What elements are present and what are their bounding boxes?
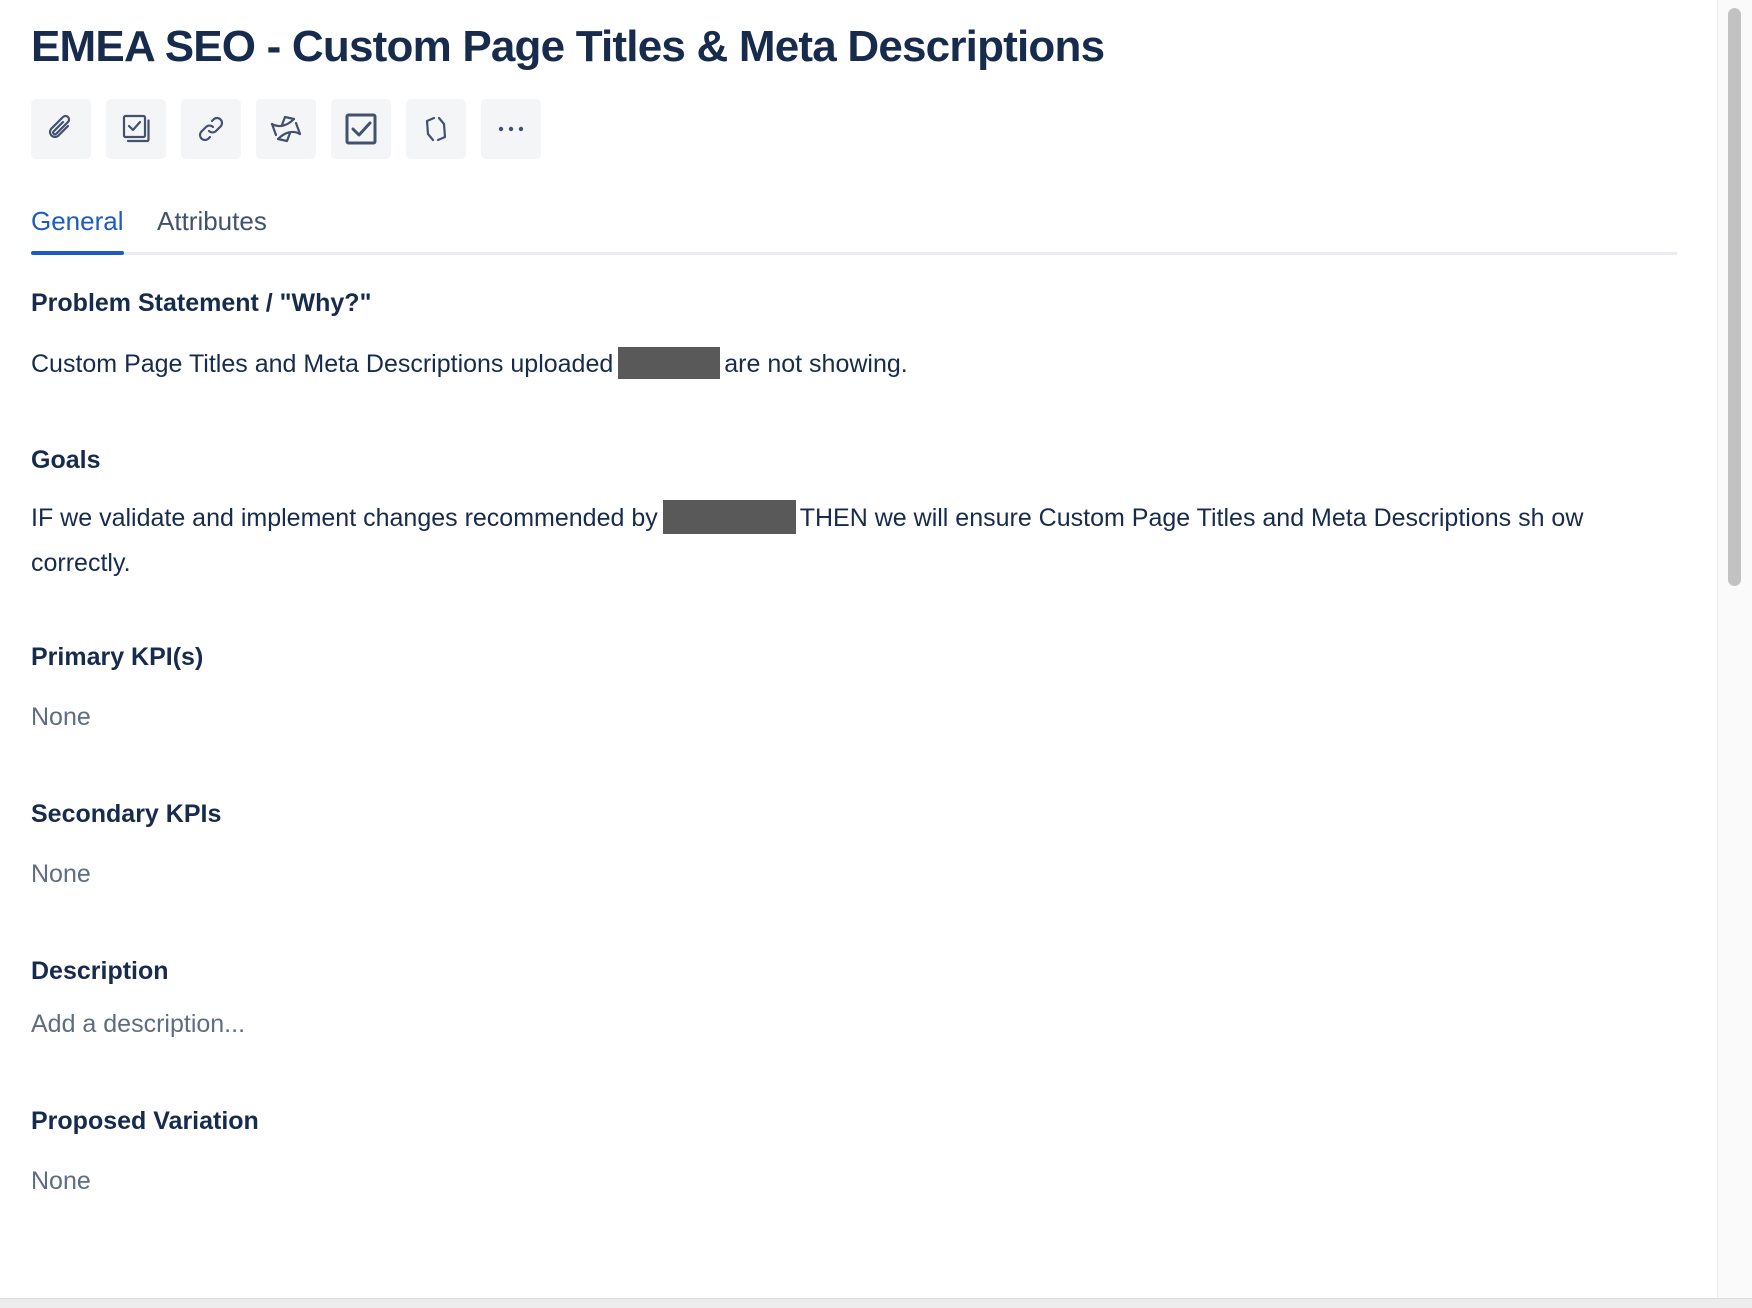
add-checklist-button[interactable] [106,99,166,159]
confluence-button[interactable] [256,99,316,159]
issue-toolbar [31,99,541,159]
bottom-divider [0,1298,1752,1308]
primary-kpis-label: Primary KPI(s) [31,643,204,671]
scrollbar-thumb[interactable] [1728,8,1741,586]
issue-tabs: General Attributes [31,203,1677,255]
link-issue-button[interactable] [181,99,241,159]
checklist-icon [122,114,150,143]
link-app-icon [425,116,447,142]
checkbox-button[interactable] [331,99,391,159]
description-label: Description [31,957,169,985]
problem-statement-text-after: are not showing. [724,350,908,378]
more-icon [498,126,524,132]
primary-kpis-value[interactable]: None [31,703,91,732]
secondary-kpis-value[interactable]: None [31,860,91,889]
problem-statement-text-before: Custom Page Titles and Meta Descriptions… [31,350,614,378]
app-button[interactable] [406,99,466,159]
redacted-block [618,347,721,380]
issue-title[interactable]: EMEA SEO - Custom Page Titles & Meta Des… [31,22,1105,72]
goals-text-before: IF we validate and implement changes rec… [31,504,658,532]
tab-general[interactable]: General [31,203,124,255]
more-button[interactable] [481,99,541,159]
confluence-icon [270,115,302,143]
problem-statement-value[interactable]: Custom Page Titles and Meta Descriptions… [31,342,1677,387]
attach-button[interactable] [31,99,91,159]
proposed-variation-label: Proposed Variation [31,1107,259,1135]
goals-value[interactable]: IF we validate and implement changes rec… [31,496,1677,586]
paperclip-icon [48,114,71,139]
secondary-kpis-label: Secondary KPIs [31,800,222,828]
tab-attributes[interactable]: Attributes [157,203,267,252]
checkbox-icon [345,113,377,145]
problem-statement-label: Problem Statement / "Why?" [31,289,372,317]
link-icon [198,116,224,142]
description-placeholder[interactable]: Add a description... [31,1010,245,1039]
proposed-variation-value[interactable]: None [31,1167,91,1196]
goals-label: Goals [31,446,101,474]
issue-page: EMEA SEO - Custom Page Titles & Meta Des… [0,0,1752,1308]
redacted-block [662,500,796,535]
